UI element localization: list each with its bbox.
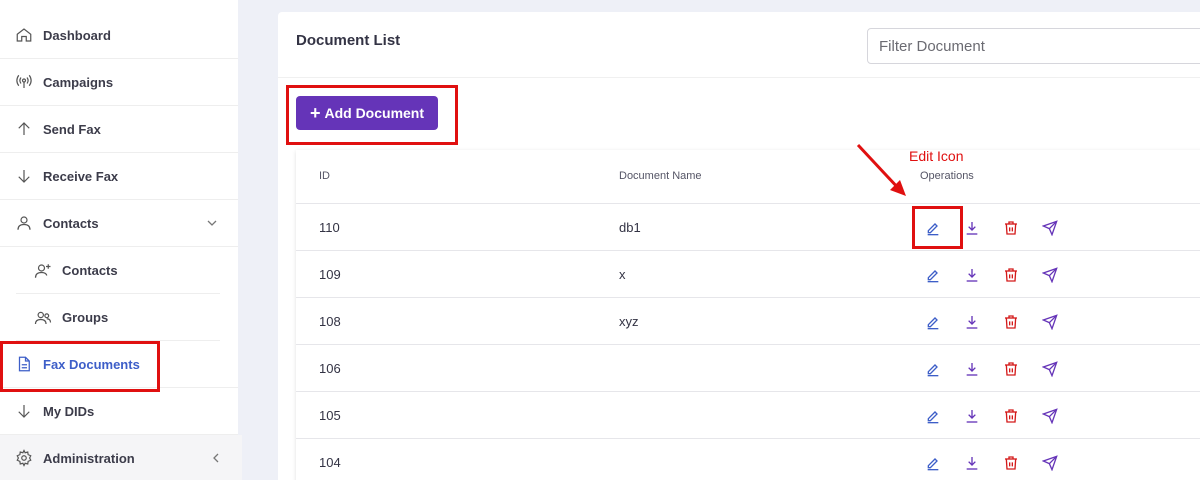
users-icon [33,308,53,328]
download-icon[interactable] [961,217,983,239]
send-icon[interactable] [1039,217,1061,239]
document-table: ID Document Name Operations 110 db1 109 x 10… [296,150,1200,480]
download-icon[interactable] [961,358,983,380]
delete-icon[interactable] [1000,217,1022,239]
plus-icon: + [309,103,321,123]
sidebar: Dashboard Campaigns Send Fax Receive Fax… [0,0,242,480]
sidebar-subitem-contacts[interactable]: Contacts [0,247,238,294]
delete-icon[interactable] [1000,358,1022,380]
arrow-up-icon [14,119,34,139]
row-operations [922,217,1061,239]
broadcast-icon [14,72,34,92]
send-icon[interactable] [1039,358,1061,380]
chevron-left-icon[interactable] [210,452,222,464]
cell-id: 110 [319,220,340,235]
document-list-card: Document List + Add Document ID Document… [278,12,1200,480]
cell-document-name: x [619,267,626,282]
arrow-down-icon [14,166,34,186]
cell-id: 108 [319,314,341,329]
sidebar-item-administration[interactable]: Administration [0,435,242,480]
send-icon[interactable] [1039,311,1061,333]
sidebar-item-label: Dashboard [43,27,111,43]
edit-icon[interactable] [922,264,944,286]
table-row: 104 [296,439,1200,480]
user-plus-icon [33,261,53,281]
home-icon [14,25,34,45]
column-header-id: ID [319,170,330,182]
table-row: 110 db1 [296,204,1200,251]
add-document-button[interactable]: + Add Document [296,96,438,130]
sidebar-item-receive-fax[interactable]: Receive Fax [0,153,238,200]
send-icon[interactable] [1039,264,1061,286]
sidebar-item-label: Campaigns [43,74,114,90]
column-header-operations: Operations [920,170,974,182]
cell-id: 104 [319,455,341,470]
download-icon[interactable] [961,405,983,427]
sidebar-item-label: My DIDs [43,403,95,419]
arrow-down-icon [14,401,34,421]
sidebar-subitem-groups[interactable]: Groups [0,294,238,341]
table-header: ID Document Name Operations [296,150,1200,204]
table-row: 108 xyz [296,298,1200,345]
sidebar-item-fax-documents[interactable]: Fax Documents [0,341,238,388]
sidebar-item-dashboard[interactable]: Dashboard [0,12,238,59]
cell-document-name: xyz [619,314,639,329]
sidebar-item-my-dids[interactable]: My DIDs [0,388,238,435]
cell-id: 109 [319,267,341,282]
delete-icon[interactable] [1000,452,1022,474]
row-operations [922,311,1061,333]
gear-icon [14,448,34,468]
row-operations [922,358,1061,380]
cell-id: 105 [319,408,341,423]
filter-document-input[interactable] [867,28,1200,64]
edit-icon[interactable] [922,405,944,427]
edit-icon-annotation: Edit Icon [909,148,964,164]
send-icon[interactable] [1039,452,1061,474]
sidebar-item-campaigns[interactable]: Campaigns [0,59,238,106]
annotation-arrow [856,143,906,196]
sidebar-item-label: Contacts [62,263,118,278]
table-row: 109 x [296,251,1200,298]
download-icon[interactable] [961,311,983,333]
row-operations [922,264,1061,286]
sidebar-item-send-fax[interactable]: Send Fax [0,106,238,153]
document-icon [14,354,34,374]
add-document-label: Add Document [324,105,425,121]
download-icon[interactable] [961,452,983,474]
edit-icon[interactable] [922,311,944,333]
sidebar-item-label: Send Fax [43,121,101,137]
cell-id: 106 [319,361,341,376]
edit-icon[interactable] [922,452,944,474]
edit-icon[interactable] [922,358,944,380]
chevron-down-icon[interactable] [206,217,218,229]
table-row: 106 [296,345,1200,392]
delete-icon[interactable] [1000,405,1022,427]
user-icon [14,213,34,233]
row-operations [922,452,1061,474]
page-title: Document List [296,32,401,49]
sidebar-item-label: Groups [62,310,109,325]
table-row: 105 [296,392,1200,439]
row-operations [922,405,1061,427]
delete-icon[interactable] [1000,264,1022,286]
sidebar-item-label: Administration [43,450,135,466]
sidebar-item-label: Contacts [43,215,99,231]
sidebar-item-label: Receive Fax [43,168,119,184]
sidebar-item-contacts[interactable]: Contacts [0,200,238,247]
sidebar-item-label: Fax Documents [43,356,140,372]
column-header-document-name: Document Name [619,170,702,182]
delete-icon[interactable] [1000,311,1022,333]
send-icon[interactable] [1039,405,1061,427]
cell-document-name: db1 [619,220,641,235]
card-header: Document List [278,12,1200,78]
download-icon[interactable] [961,264,983,286]
edit-icon[interactable] [922,217,944,239]
